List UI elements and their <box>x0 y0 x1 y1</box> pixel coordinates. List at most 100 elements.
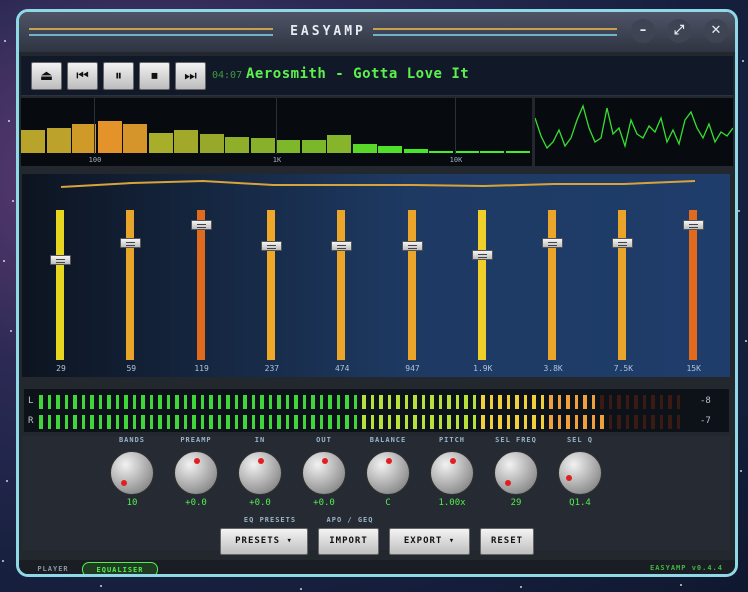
right-meter-segment <box>353 415 357 429</box>
previous-button[interactable]: ⏮ <box>67 62 98 90</box>
right-meter-segment <box>268 415 272 429</box>
eq-slider-track[interactable] <box>618 210 627 360</box>
spectrum-bar <box>429 151 453 153</box>
eq-slider-handle[interactable] <box>542 238 564 248</box>
eq-band-frequency: 1.9K <box>473 364 493 373</box>
eq-slider-track[interactable] <box>407 210 416 360</box>
app-version: EASYAMP v0.4.4 <box>649 564 723 572</box>
eq-band-frequency: 474 <box>334 364 350 373</box>
left-meter-segment <box>234 395 238 409</box>
spectrum-gridline <box>276 98 277 154</box>
left-meter-segment <box>158 395 162 409</box>
knob[interactable] <box>302 451 346 495</box>
knob-indicator <box>565 475 572 482</box>
spectrum-bar <box>301 139 326 153</box>
transport-bar: ⏏ ⏮ ⏸ ⏹ ⏭ 04:07 Aerosmith - Gotta Love I… <box>21 56 733 96</box>
left-meter-segment <box>141 395 145 409</box>
minimize-button[interactable]: – <box>631 19 655 43</box>
eq-slider-handle[interactable] <box>50 254 71 265</box>
right-meter-segment <box>668 415 672 429</box>
eq-slider-track[interactable] <box>56 210 64 360</box>
eq-band: 29 <box>41 174 81 377</box>
right-meter-segment <box>226 415 230 429</box>
eq-slider-track[interactable] <box>196 210 205 360</box>
left-meter-segment <box>107 395 111 409</box>
eq-slider-handle[interactable] <box>120 238 142 248</box>
right-meter-segment <box>336 415 340 429</box>
pause-button[interactable]: ⏸ <box>103 62 134 90</box>
left-meter-segment <box>268 395 272 409</box>
star <box>10 330 12 332</box>
left-meter-segment <box>566 395 570 409</box>
knob-label: IN <box>254 436 266 444</box>
eq-slider-track[interactable] <box>337 210 346 360</box>
title-bar[interactable]: EASYAMP – ⤢ ✕ <box>19 12 735 52</box>
tab-equaliser[interactable]: EQUALISER <box>82 562 158 574</box>
controls-panel: BANDS 10 PREAMP +0.0 IN +0.0 OUT +0.0 BALANCE C PI… <box>22 436 730 555</box>
left-meter-segment <box>192 395 196 409</box>
import-button[interactable]: IMPORT <box>318 528 379 555</box>
star <box>738 210 740 212</box>
right-meter-segment <box>251 415 255 429</box>
right-meter-segment <box>39 415 43 429</box>
tab-player[interactable]: PLAYER <box>27 562 79 574</box>
eq-slider-track[interactable] <box>548 210 557 360</box>
right-meter-segment <box>243 415 247 429</box>
export-button[interactable]: EXPORT ▾ <box>389 528 470 555</box>
star <box>12 200 14 202</box>
reset-button[interactable]: RESET <box>480 528 534 555</box>
eq-slider-handle[interactable] <box>260 241 282 251</box>
knob[interactable] <box>238 451 282 495</box>
track-title: Aerosmith - Gotta Love It <box>246 66 470 82</box>
right-meter-segment <box>540 415 544 429</box>
eject-button[interactable]: ⏏ <box>31 62 62 90</box>
next-button[interactable]: ⏭ <box>175 62 206 90</box>
knob-value: C <box>385 498 391 508</box>
eq-slider-handle[interactable] <box>471 250 493 260</box>
eq-slider-handle[interactable] <box>401 241 423 251</box>
eq-slider-track[interactable] <box>688 210 697 360</box>
right-meter-segment <box>285 415 289 429</box>
eq-slider-track[interactable] <box>126 210 135 360</box>
right-meter-segment <box>209 415 213 429</box>
import-button-label: IMPORT <box>329 536 368 546</box>
close-button[interactable]: ✕ <box>704 19 728 43</box>
right-meter-segment <box>379 415 383 429</box>
right-meter-segment <box>345 415 349 429</box>
knob[interactable] <box>430 451 474 495</box>
knob[interactable] <box>366 451 410 495</box>
knob-label: SEL FREQ <box>495 436 537 444</box>
star <box>520 586 522 588</box>
knob[interactable] <box>110 451 154 495</box>
level-meters: L R -8 -7 <box>24 389 729 432</box>
knob[interactable] <box>558 451 602 495</box>
left-meter-segment <box>200 395 204 409</box>
knob-label: OUT <box>316 436 332 444</box>
presets-button[interactable]: PRESETS ▾ <box>220 528 308 555</box>
spectrum-bar <box>97 121 122 153</box>
star <box>680 584 682 586</box>
right-meter-segment <box>438 415 442 429</box>
eq-band-frequency: 3.8K <box>543 364 563 373</box>
left-meter-segment <box>421 395 425 409</box>
right-meter-segment <box>574 415 578 429</box>
eq-slider-handle[interactable] <box>612 238 634 248</box>
maximize-button[interactable]: ⤢ <box>667 19 691 43</box>
eq-slider-handle[interactable] <box>190 220 212 230</box>
eq-slider-track[interactable] <box>477 210 486 360</box>
knob[interactable] <box>494 451 538 495</box>
knob[interactable] <box>174 451 218 495</box>
spectrum-analyzer: 100 1K 10K <box>21 98 532 166</box>
stop-button[interactable]: ⏹ <box>139 62 170 90</box>
right-meter-segment <box>515 415 519 429</box>
eq-slider-handle[interactable] <box>331 241 353 251</box>
knob-label: SEL Q <box>566 436 594 444</box>
left-meter-segment <box>175 395 179 409</box>
eq-slider-track[interactable] <box>266 210 275 360</box>
left-meter-segment <box>404 395 408 409</box>
right-meter-segment <box>141 415 145 429</box>
spectrum-tick-label: 10K <box>449 156 463 164</box>
eq-band-frequency: 29 <box>56 364 66 373</box>
right-meter-segment <box>523 415 527 429</box>
eq-slider-handle[interactable] <box>682 220 704 230</box>
